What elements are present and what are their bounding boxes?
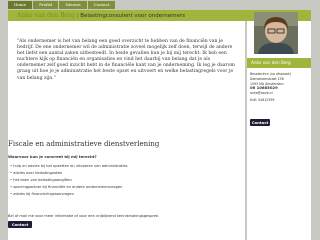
services-question: Waarvoor kun je concreet bij mij terecht… bbox=[8, 154, 97, 159]
section-title: Fiscale en administratieve dienstverleni… bbox=[8, 140, 160, 148]
nav-nieuws[interactable]: Nieuws bbox=[59, 1, 87, 9]
nav-home[interactable]: Home bbox=[8, 1, 33, 9]
email-link[interactable]: anke@aavb.nl bbox=[250, 91, 291, 96]
services-list: hulp en advies bij het opzetten en uitvo… bbox=[10, 163, 128, 198]
header-name: Anke van den Berg bbox=[17, 12, 75, 19]
sidebar-contact-button[interactable]: Contact bbox=[250, 119, 270, 126]
list-item: hulp en advies bij het opzetten en uitvo… bbox=[10, 163, 127, 170]
more-info-text: Bel of mail me voor meer informatie of v… bbox=[8, 214, 160, 218]
list-item: het doen van belastingaangiften bbox=[10, 177, 128, 184]
page-title: Anke van den Berg | Belastingconsulent v… bbox=[17, 12, 185, 20]
list-item: advies over belastingzaken bbox=[10, 170, 128, 177]
nav-contact[interactable]: Contact bbox=[87, 1, 116, 9]
page: Home Profiel Nieuws Contact Anke van den… bbox=[0, 0, 320, 240]
portrait-image bbox=[254, 12, 298, 54]
contact-button[interactable]: Contact bbox=[8, 221, 32, 228]
list-item: sparringpartner bij financiële en andere… bbox=[10, 184, 128, 191]
profile-photo bbox=[254, 12, 298, 54]
nav-profiel[interactable]: Profiel bbox=[33, 1, 59, 9]
sidebar-name: Anke van den Berg bbox=[247, 58, 311, 68]
main-nav: Home Profiel Nieuws Contact bbox=[8, 1, 116, 9]
kvk-number: KvK: 54812399 bbox=[250, 97, 275, 102]
contact-details: Bessebuhrn (no afspraak) Domselaerstraat… bbox=[250, 72, 291, 103]
list-item: advies bij financieringsaanvragen bbox=[10, 191, 128, 198]
header-role: Belastingconsulent voor ondernemers bbox=[80, 13, 185, 19]
intro-quote: "Als ondernemer is het van belang een go… bbox=[17, 39, 235, 81]
header-separator: | bbox=[76, 13, 79, 19]
